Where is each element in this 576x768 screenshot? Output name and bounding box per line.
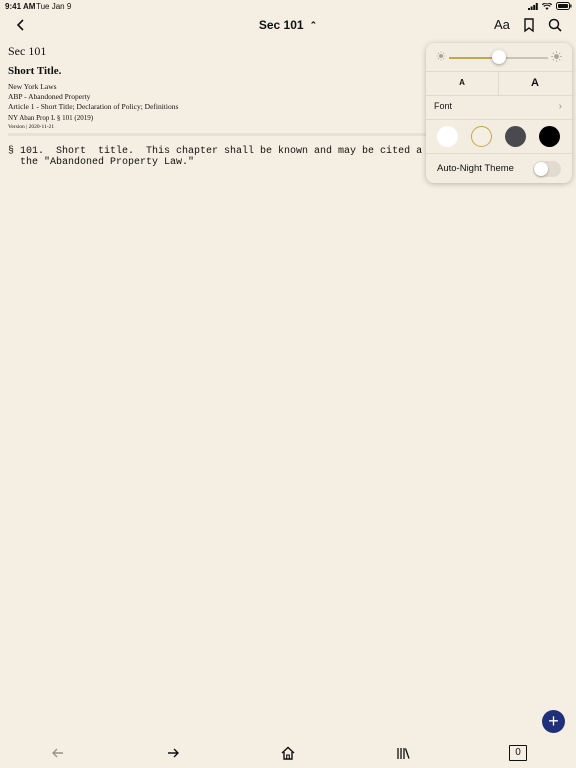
chevron-right-icon: › bbox=[558, 101, 562, 112]
auto-night-label: Auto-Night Theme bbox=[437, 163, 514, 174]
document-body: § 101. Short title. This chapter shall b… bbox=[8, 146, 422, 168]
battery-icon bbox=[556, 2, 572, 10]
font-row[interactable]: Font › bbox=[426, 95, 572, 120]
bottom-toolbar: 0 bbox=[0, 742, 576, 764]
header-divider bbox=[8, 133, 426, 136]
text-settings-button[interactable]: Aa bbox=[494, 16, 512, 34]
library-icon[interactable] bbox=[394, 744, 412, 762]
text-settings-popover: A A Font › Auto-Night Theme bbox=[426, 43, 572, 183]
top-nav: Sec 101 ⌃ Aa bbox=[0, 14, 576, 38]
add-button[interactable]: + bbox=[542, 710, 565, 733]
chevron-up-icon: ⌃ bbox=[309, 20, 318, 30]
section-heading: Short Title. bbox=[8, 65, 62, 77]
theme-gray-swatch[interactable] bbox=[505, 126, 526, 147]
font-size-row: A A bbox=[426, 71, 572, 96]
nav-actions: Aa bbox=[494, 16, 564, 34]
breadcrumb-item[interactable]: ABP - Abandoned Property bbox=[8, 92, 178, 102]
toggle-knob bbox=[534, 162, 548, 176]
version-label: Version | 2020-11-21 bbox=[8, 124, 55, 130]
bookmark-icon[interactable] bbox=[520, 16, 538, 34]
status-time: 9:41 AM bbox=[5, 2, 36, 11]
citation: NY Aban Prop L § 101 (2019) bbox=[8, 114, 94, 122]
home-icon[interactable] bbox=[279, 744, 297, 762]
section-title-button[interactable]: Sec 101 ⌃ bbox=[0, 18, 576, 32]
auto-night-toggle[interactable] bbox=[533, 161, 561, 177]
brightness-thumb[interactable] bbox=[491, 50, 506, 64]
theme-row bbox=[426, 119, 572, 154]
body-line: § 101. Short title. This chapter shall b… bbox=[8, 146, 423, 157]
search-icon[interactable] bbox=[546, 16, 564, 34]
arrow-right-icon[interactable] bbox=[164, 744, 182, 762]
increase-font-button[interactable]: A bbox=[499, 71, 571, 95]
signal-icon bbox=[528, 2, 538, 10]
document-breadcrumbs: New York Laws ABP - Abandoned Property A… bbox=[8, 82, 178, 112]
arrow-left-icon[interactable] bbox=[49, 744, 67, 762]
breadcrumb-item[interactable]: New York Laws bbox=[8, 82, 178, 92]
brightness-row bbox=[426, 43, 572, 72]
status-date: Tue Jan 9 bbox=[36, 2, 72, 11]
theme-white-swatch[interactable] bbox=[437, 126, 458, 147]
theme-sepia-swatch[interactable] bbox=[471, 126, 492, 147]
body-line: the "Abandoned Property Law." bbox=[8, 157, 195, 168]
sun-large-icon bbox=[551, 51, 562, 62]
wifi-icon bbox=[542, 2, 552, 10]
font-label: Font bbox=[434, 101, 453, 111]
decrease-font-button[interactable]: A bbox=[426, 71, 499, 95]
status-icons bbox=[528, 2, 572, 10]
document-header: Sec 101 Short Title. New York Laws ABP -… bbox=[8, 44, 178, 130]
sun-small-icon bbox=[436, 51, 446, 61]
auto-night-row: Auto-Night Theme bbox=[426, 153, 572, 183]
theme-night-swatch[interactable] bbox=[539, 126, 560, 147]
tabs-count-button[interactable]: 0 bbox=[509, 745, 527, 761]
status-bar: 9:41 AM Tue Jan 9 bbox=[0, 0, 576, 12]
breadcrumb-item[interactable]: Article 1 - Short Title; Declaration of … bbox=[8, 102, 178, 112]
section-number: Sec 101 bbox=[8, 44, 47, 58]
section-title: Sec 101 bbox=[258, 18, 304, 32]
